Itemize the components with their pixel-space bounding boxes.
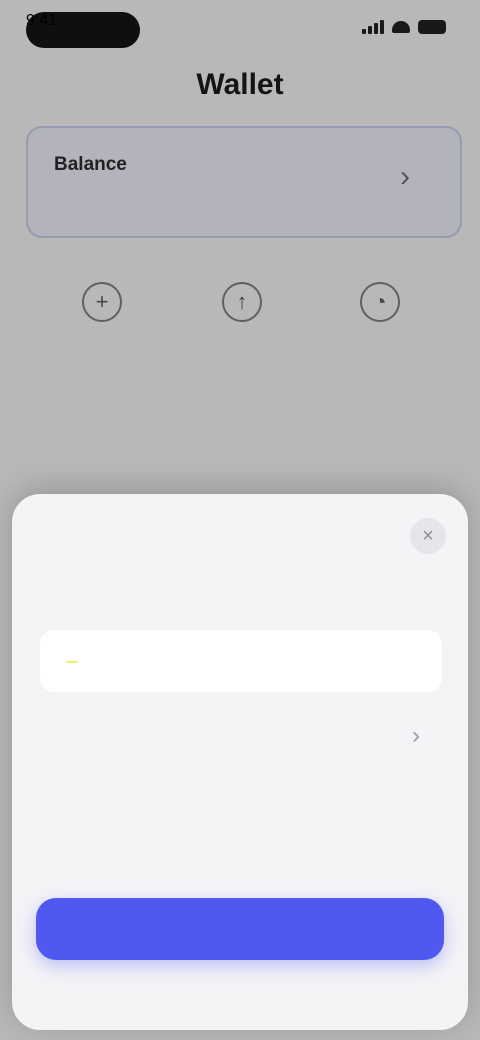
person-icon: ◔ xyxy=(360,282,400,322)
highlight-badge xyxy=(66,661,78,663)
status-time-pill: 9:41 xyxy=(26,12,140,48)
sheet-row-secondary[interactable]: › xyxy=(40,706,442,768)
plus-icon: + xyxy=(82,282,122,322)
close-icon[interactable]: × xyxy=(410,518,446,554)
sheet-row-primary[interactable] xyxy=(40,630,442,692)
primary-cta-button[interactable] xyxy=(36,898,444,960)
action-add[interactable]: + xyxy=(52,272,152,332)
balance-card-title: Balance xyxy=(54,154,127,175)
status-bar: 9:41 xyxy=(0,0,480,60)
wifi-icon xyxy=(392,21,410,33)
status-icons xyxy=(362,20,446,34)
signal-icon xyxy=(362,20,384,34)
balance-card[interactable]: Balance › xyxy=(26,126,462,238)
chevron-right-icon: › xyxy=(412,722,420,749)
chevron-right-icon: › xyxy=(400,160,410,193)
battery-icon xyxy=(418,20,446,34)
arrow-up-icon: ↑ xyxy=(222,282,262,322)
sheet-row-label xyxy=(60,650,78,668)
quick-actions: + ↑ ◔ xyxy=(0,272,480,362)
action-profile[interactable]: ◔ xyxy=(330,272,430,332)
action-send[interactable]: ↑ xyxy=(192,272,292,332)
page-title: Wallet xyxy=(196,68,284,101)
screen: 9:41 Wallet Balance › + ↑ ◔ × › xyxy=(0,0,480,1040)
bottom-sheet: × › xyxy=(12,494,468,1030)
